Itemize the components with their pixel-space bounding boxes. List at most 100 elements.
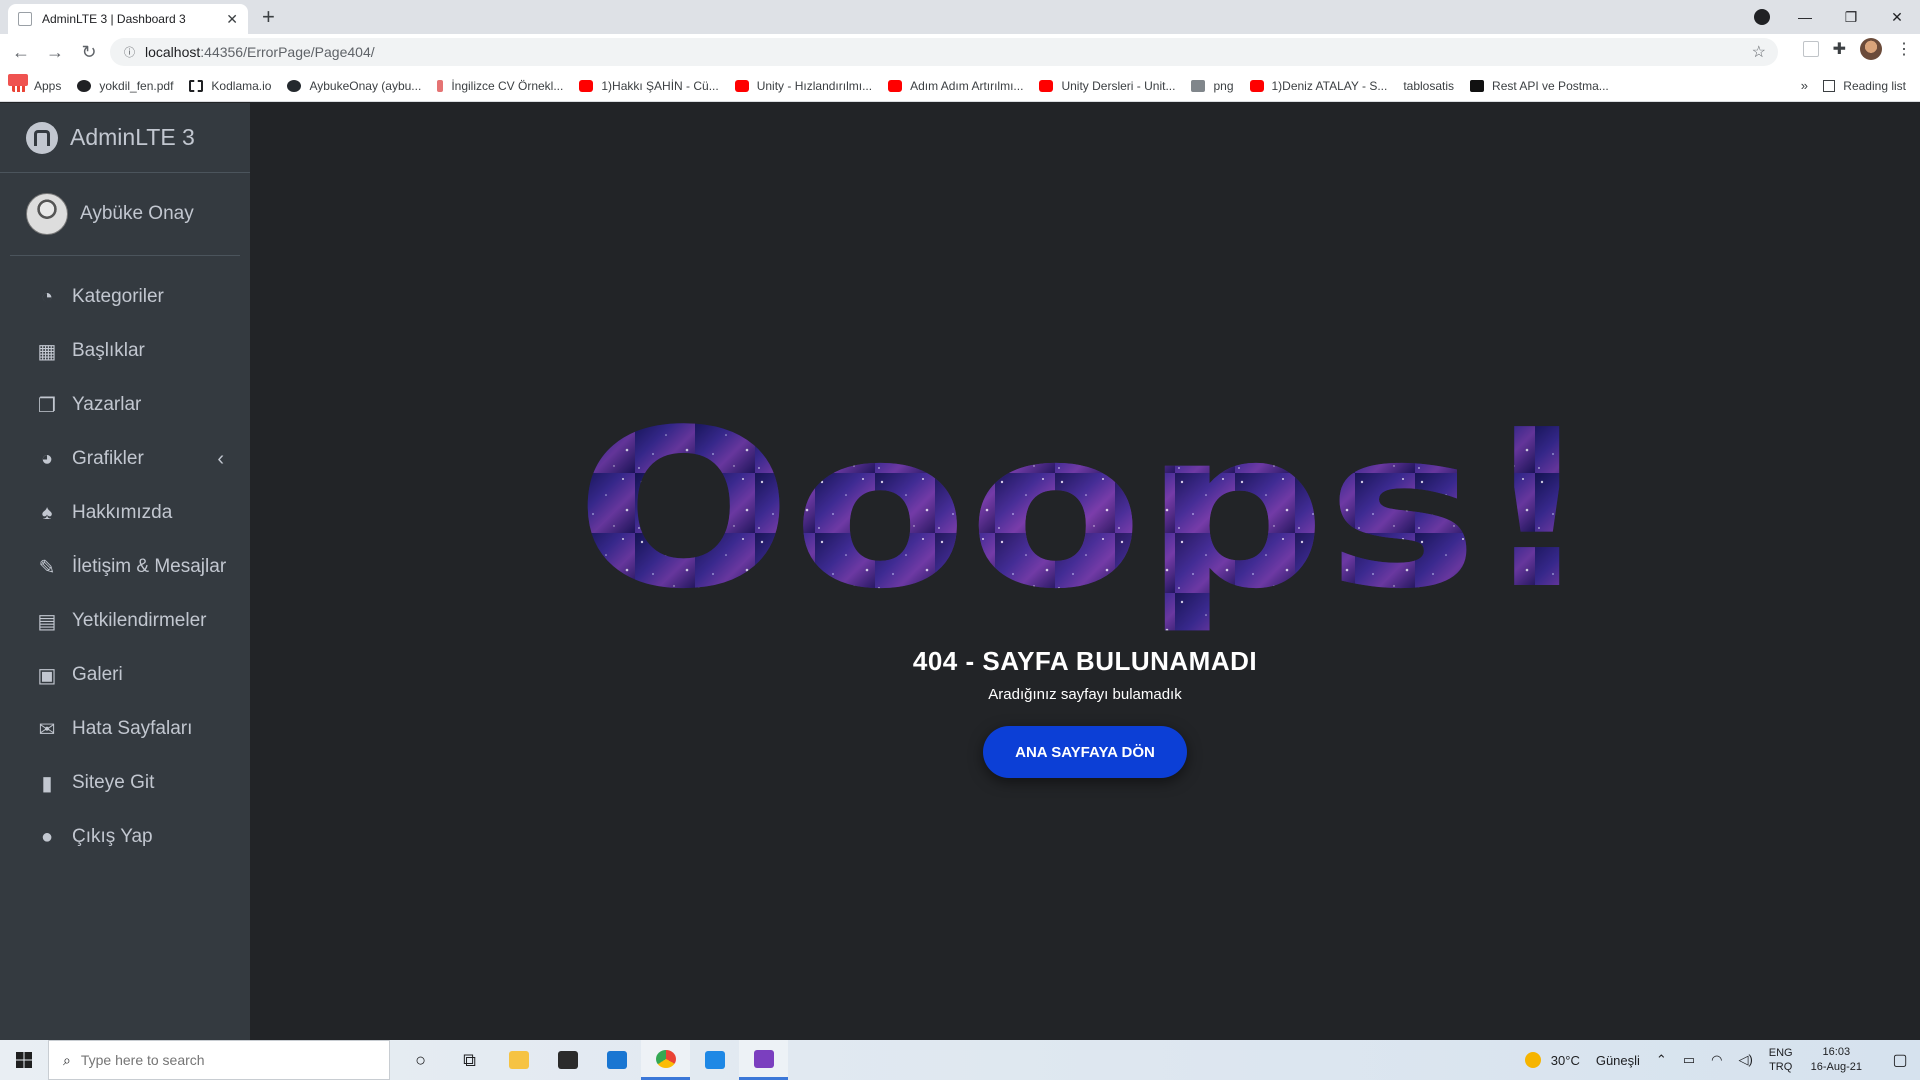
profile-avatar[interactable] <box>1860 38 1882 60</box>
notifications-icon[interactable]: ▢ <box>1880 1040 1920 1080</box>
minimize-button[interactable]: — <box>1782 9 1828 25</box>
search-icon: ⌕ <box>63 1051 71 1068</box>
file-explorer-icon[interactable] <box>494 1040 543 1080</box>
chrome-icon[interactable] <box>641 1040 690 1080</box>
error-subtitle: Aradığınız sayfayı bulamadık <box>988 686 1182 703</box>
battery-icon[interactable]: ▭ <box>1683 1052 1695 1068</box>
forward-arrow-icon[interactable]: → <box>42 42 68 63</box>
youtube-icon <box>734 79 749 92</box>
bookmark-star-icon[interactable]: ☆ <box>1752 42 1766 62</box>
bookmark-unity-hiz[interactable]: Unity - Hızlandırılmı... <box>734 78 873 93</box>
weather-temperature[interactable]: 30°C <box>1551 1053 1580 1068</box>
bookmark-label: Unity - Hızlandırılmı... <box>756 78 873 93</box>
browser-toolbar: ← → ↻ ⓘ localhost:44356/ErrorPage/Page40… <box>0 34 1920 70</box>
back-arrow-icon[interactable]: ← <box>8 42 34 63</box>
url-host: localhost <box>145 44 201 60</box>
mail-icon[interactable] <box>592 1040 641 1080</box>
bookmark-yokdil[interactable]: yokdil_fen.pdf <box>77 79 173 93</box>
sidebar-item-kategoriler[interactable]: ◔ Kategoriler <box>0 270 250 324</box>
tab-search-icon[interactable] <box>1754 9 1770 25</box>
bookmark-png[interactable]: png <box>1191 78 1234 93</box>
bookmark-label: png <box>1213 78 1234 93</box>
close-window-button[interactable]: ✕ <box>1874 9 1920 26</box>
tachometer-icon: ◔ <box>40 285 54 308</box>
chevron-left-icon[interactable]: ‹ <box>217 448 224 471</box>
bookmark-cv[interactable]: İngilizce CV Örnekl... <box>437 79 563 93</box>
store-icon[interactable] <box>543 1040 592 1080</box>
taskbar-clock[interactable]: 16:03 16-Aug-21 <box>1811 1045 1862 1075</box>
back-to-home-button[interactable]: ANA SAYFAYA DÖN <box>983 726 1187 778</box>
bookmark-deniz[interactable]: 1)Deniz ATALAY - S... <box>1249 79 1387 93</box>
tab-title: AdminLTE 3 | Dashboard 3 <box>42 12 186 26</box>
sun-icon[interactable] <box>1524 1052 1541 1068</box>
bookmark-tablosatis[interactable]: tablosatis <box>8 74 1454 93</box>
user-panel[interactable]: Aybüke Onay <box>10 173 240 256</box>
visual-studio-icon[interactable] <box>739 1040 788 1080</box>
cortana-icon[interactable]: ○ <box>396 1040 445 1080</box>
oops-text-stars: Ooops! <box>575 413 1595 633</box>
toolbar-actions: ✚ ⋮ <box>1802 38 1912 60</box>
bookmark-kodlama[interactable]: Kodlama.io <box>189 79 271 93</box>
sidebar-item-basliklar[interactable]: ▦ Başlıklar <box>0 324 250 378</box>
browser-tab[interactable]: AdminLTE 3 | Dashboard 3 ✕ <box>8 4 248 34</box>
chevron-up-icon[interactable]: ⌃ <box>1656 1052 1667 1068</box>
bookmark-adim[interactable]: Adım Adım Artırılmı... <box>888 79 1023 93</box>
taskbar-search[interactable]: ⌕ <box>48 1040 390 1080</box>
sidebar-nav: ◔ Kategoriler ▦ Başlıklar ❐ Yazarlar ◕ Grafi… <box>0 256 250 864</box>
bookmark-unity-ders[interactable]: Unity Dersleri - Unit... <box>1039 79 1175 93</box>
bookmark-hakki[interactable]: 1)Hakkı ŞAHİN - Cü... <box>579 79 719 93</box>
tablosatis-icon <box>8 74 28 86</box>
volume-icon[interactable]: ◁) <box>1738 1052 1752 1068</box>
language-indicator[interactable]: ENG TRQ <box>1769 1046 1793 1074</box>
wifi-icon[interactable]: ◠ <box>1711 1052 1722 1068</box>
taskbar-apps: ○ ⧉ <box>396 1040 788 1080</box>
tree-icon: ♠ <box>41 501 53 524</box>
sidebar-item-galeri[interactable]: ▣ Galeri <box>0 648 250 702</box>
bookmarks-bar: Apps yokdil_fen.pdf Kodlama.io AybukeOna… <box>0 70 1920 102</box>
youtube-icon <box>579 79 594 92</box>
bookmark-label: Adım Adım Artırılmı... <box>910 78 1024 93</box>
task-view-icon[interactable]: ⧉ <box>445 1040 494 1080</box>
start-button[interactable] <box>0 1040 48 1080</box>
github-icon <box>287 79 302 92</box>
bookmark-label: yokdil_fen.pdf <box>99 78 174 93</box>
bookmark-github[interactable]: AybukeOnay (aybu... <box>287 79 421 93</box>
sidebar-item-hata-sayfalari[interactable]: ✉ Hata Sayfaları <box>0 702 250 756</box>
sidebar-item-cikis-yap[interactable]: ● Çıkış Yap <box>0 810 250 864</box>
address-bar[interactable]: ⓘ localhost:44356/ErrorPage/Page404/ ☆ <box>110 38 1778 66</box>
grid-icon: ▦ <box>37 340 57 363</box>
reading-list-label: Reading list <box>1843 78 1906 93</box>
bookmarks-more-button[interactable]: » <box>1801 78 1808 93</box>
copy-icon: ❐ <box>38 394 56 417</box>
new-tab-button[interactable]: + <box>262 6 275 28</box>
bookmark-label: İngilizce CV Örnekl... <box>451 78 564 93</box>
sidebar-item-label: Hata Sayfaları <box>72 718 193 739</box>
windows-logo-icon <box>16 1052 32 1068</box>
bookmark-restapi[interactable]: Rest API ve Postma... <box>1470 79 1609 93</box>
weather-condition[interactable]: Güneşli <box>1596 1053 1640 1068</box>
user-name[interactable]: Aybüke Onay <box>80 203 194 225</box>
sidebar-item-hakkimizda[interactable]: ♠ Hakkımızda <box>0 486 250 540</box>
restore-button[interactable]: ❐ <box>1828 9 1874 26</box>
brand-link[interactable]: AdminLTE 3 <box>0 103 250 173</box>
system-tray: 30°C Güneşli ⌃ ▭ ◠ ◁) ENG TRQ 16:03 16-A… <box>1524 1040 1920 1080</box>
extensions-puzzle-icon[interactable]: ✚ <box>1833 39 1846 59</box>
reload-icon[interactable]: ↻ <box>76 42 102 63</box>
bookmark-label: Kodlama.io <box>211 78 272 93</box>
extension-icon[interactable] <box>1802 41 1819 57</box>
envelope-icon: ✉ <box>38 718 56 741</box>
sidebar-item-iletisim[interactable]: ✎ İletişim & Mesajlar <box>0 540 250 594</box>
info-icon[interactable]: ⓘ <box>124 44 135 60</box>
sidebar-item-yazarlar[interactable]: ❐ Yazarlar <box>0 378 250 432</box>
sidebar-item-yetkilendirmeler[interactable]: ▤ Yetkilendirmeler <box>0 594 250 648</box>
reading-list-button[interactable]: Reading list <box>1823 79 1906 93</box>
app-installer-icon[interactable] <box>690 1040 739 1080</box>
sidebar-item-grafikler[interactable]: ◕ Grafikler ‹ <box>0 432 250 486</box>
tab-close-icon[interactable]: ✕ <box>226 11 238 28</box>
taskbar-search-input[interactable] <box>80 1052 361 1068</box>
sidebar-item-label: Kategoriler <box>72 286 164 307</box>
browser-menu-icon[interactable]: ⋮ <box>1896 39 1912 59</box>
url-path: :44356/ErrorPage/Page404/ <box>200 44 375 60</box>
youtube-icon <box>888 79 903 92</box>
sidebar-item-siteye-git[interactable]: ▮ Siteye Git <box>0 756 250 810</box>
